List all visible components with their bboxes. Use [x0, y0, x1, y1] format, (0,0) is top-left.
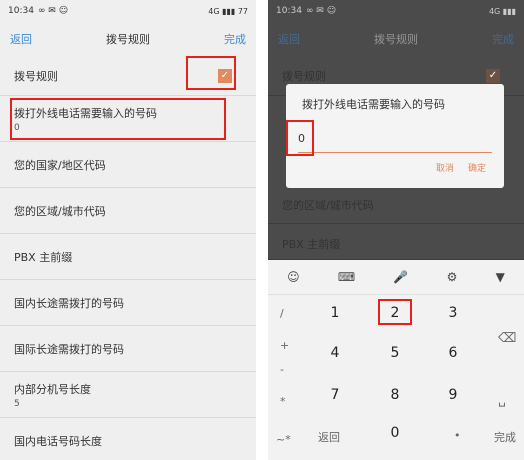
- numeric-keyboard: ☺ ⌨ 🎤 ⚙ ▼ / + - * ~* 1 2 3 4 5 6 7 8 9 返…: [268, 260, 524, 460]
- right-screen: 10:34 ∞ ✉ ☺ 4G ▮▮▮ 返回 拨号规则 完成 拨号规则 ✓ 您的区…: [268, 0, 524, 460]
- status-icons: ∞ ✉ ☺: [37, 6, 69, 16]
- done-button[interactable]: 完成: [224, 31, 246, 47]
- row-label: 拨号规则: [282, 69, 326, 83]
- row-label: 内部分机号长度: [14, 382, 91, 396]
- keypad: / + - * ~* 1 2 3 4 5 6 7 8 9 返回 0 • 完成 ⌫…: [268, 295, 524, 460]
- back-button[interactable]: 返回: [10, 31, 32, 47]
- signal-icon: 4G ▮▮▮: [488, 6, 516, 16]
- domestic-number-length-row[interactable]: 国内电话号码长度: [0, 418, 256, 460]
- status-bar: 10:34 ∞ ✉ ☺ 4G ▮▮▮ 77: [0, 0, 256, 22]
- page-title: 拨号规则: [374, 33, 418, 46]
- top-bar: 返回 拨号规则 完成: [268, 22, 524, 56]
- prefix-input[interactable]: 0: [298, 132, 492, 153]
- signal-icon: 4G ▮▮▮ 77: [208, 6, 248, 16]
- country-code-row[interactable]: 您的国家/地区代码: [0, 142, 256, 188]
- key-asterisk[interactable]: *: [280, 395, 286, 408]
- key-6[interactable]: 6: [446, 345, 460, 361]
- space-icon[interactable]: ␣: [498, 393, 506, 407]
- ok-button[interactable]: 确定: [468, 161, 486, 174]
- keyboard-toolbar: ☺ ⌨ 🎤 ⚙ ▼: [268, 260, 524, 295]
- key-0[interactable]: 0: [388, 425, 402, 441]
- highlight-box-outside-line: [10, 98, 226, 140]
- row-label: 国际长途需拨打的号码: [14, 342, 124, 356]
- row-label: 您的国家/地区代码: [14, 158, 106, 172]
- area-code-row[interactable]: 您的区域/城市代码: [0, 188, 256, 234]
- delete-icon[interactable]: ⌫: [498, 331, 516, 346]
- domestic-long-distance-row[interactable]: 国内长途需拨打的号码: [0, 280, 256, 326]
- cancel-button[interactable]: 取消: [436, 161, 454, 174]
- extension-length-row[interactable]: 内部分机号长度 5: [0, 372, 256, 418]
- area-code-row: 您的区域/城市代码: [268, 186, 524, 224]
- row-value: 5: [14, 398, 20, 409]
- key-8[interactable]: 8: [388, 387, 402, 403]
- top-bar: 返回 拨号规则 完成: [0, 22, 256, 56]
- status-time: 10:34: [8, 6, 34, 16]
- row-label: PBX 主前缀: [14, 250, 73, 264]
- key-slash[interactable]: /: [280, 307, 284, 320]
- key-7[interactable]: 7: [328, 387, 342, 403]
- status-icons: ∞ ✉ ☺: [305, 6, 337, 16]
- page-title: 拨号规则: [106, 33, 150, 46]
- input-dialog: 拨打外线电话需要输入的号码 0 取消 确定: [286, 84, 504, 188]
- key-plus[interactable]: +: [280, 339, 289, 352]
- checkbox-checked-icon: ✓: [486, 68, 500, 83]
- done-button[interactable]: 完成: [492, 31, 514, 47]
- highlight-box-input: [286, 120, 314, 156]
- key-4[interactable]: 4: [328, 345, 342, 361]
- key-1[interactable]: 1: [328, 305, 342, 321]
- key-5[interactable]: 5: [388, 345, 402, 361]
- key-3[interactable]: 3: [446, 305, 460, 321]
- highlight-box-checkbox: [186, 56, 236, 90]
- row-label: 您的区域/城市代码: [14, 204, 106, 218]
- key-9[interactable]: 9: [446, 387, 460, 403]
- row-label: 国内电话号码长度: [14, 434, 102, 448]
- keyboard-icon[interactable]: ⌨: [338, 270, 355, 284]
- international-long-distance-row[interactable]: 国际长途需拨打的号码: [0, 326, 256, 372]
- pbx-prefix-row[interactable]: PBX 主前缀: [0, 234, 256, 280]
- row-label: 您的区域/城市代码: [282, 198, 374, 212]
- microphone-icon[interactable]: 🎤: [393, 270, 408, 284]
- key-dot[interactable]: •: [454, 429, 461, 442]
- collapse-icon[interactable]: ▼: [496, 270, 505, 284]
- row-label: PBX 主前缀: [282, 237, 341, 251]
- back-button[interactable]: 返回: [278, 31, 300, 47]
- key-done[interactable]: 完成: [494, 429, 516, 445]
- left-screen: 10:34 ∞ ✉ ☺ 4G ▮▮▮ 77 返回 拨号规则 完成 拨号规则 ✓ …: [0, 0, 256, 460]
- dialog-title: 拨打外线电话需要输入的号码: [302, 98, 445, 111]
- settings-icon[interactable]: ⚙: [447, 270, 458, 284]
- status-time: 10:34: [276, 6, 302, 16]
- pbx-prefix-row: PBX 主前缀: [268, 228, 524, 260]
- status-bar: 10:34 ∞ ✉ ☺ 4G ▮▮▮: [268, 0, 524, 22]
- highlight-box-key-2: [378, 299, 412, 325]
- emoji-icon[interactable]: ☺: [287, 270, 300, 284]
- key-tilde[interactable]: ~*: [276, 433, 291, 446]
- row-label: 国内长途需拨打的号码: [14, 296, 124, 310]
- key-back[interactable]: 返回: [318, 429, 340, 445]
- key-minus[interactable]: -: [280, 363, 284, 376]
